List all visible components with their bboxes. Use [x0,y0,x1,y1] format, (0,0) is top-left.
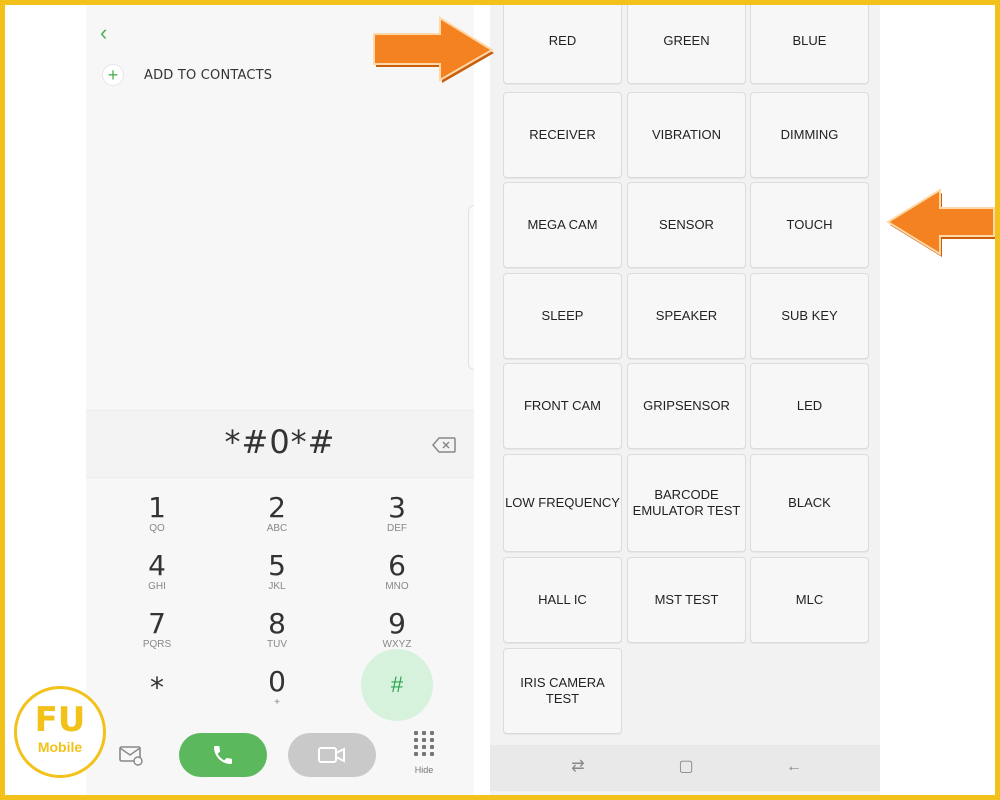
left-arrow-icon [886,188,996,257]
tile-red[interactable]: RED [503,5,622,84]
hide-label: Hide [414,765,434,775]
home-icon[interactable]: ▢ [676,757,696,777]
logo-subtext: Mobile [37,739,83,755]
navigation-bar: ⇄ ▢ ← [490,745,880,791]
dialer-actions: Hide [86,723,474,795]
tile-mega-cam[interactable]: MEGA CAM [503,182,622,268]
call-button[interactable] [179,733,267,777]
tile-iris-camera-test[interactable]: IRIS CAMERA TEST [503,648,622,734]
right-arrow-icon [373,16,494,83]
add-to-contacts-button[interactable]: + ADD TO CONTACTS [102,63,272,87]
key-1[interactable]: 1 QO [112,493,202,549]
key-digit: 2 [268,491,286,524]
logo-text: FU [34,700,86,740]
tile-blue[interactable]: BLUE [750,5,869,84]
tile-sub-key[interactable]: SUB KEY [750,273,869,359]
back-icon[interactable]: ‹ [100,22,120,44]
key-digit: 9 [388,607,406,640]
key-5[interactable]: 5 JKL [232,551,322,607]
hide-keypad-button[interactable]: Hide [408,729,440,779]
add-to-contacts-label: ADD TO CONTACTS [144,67,273,83]
key-letters: TUV [267,639,287,650]
dialer-screen: ‹ + ADD TO CONTACTS *#0*# 1 QO 2 ABC 3 D… [86,5,474,795]
tile-sleep[interactable]: SLEEP [503,273,622,359]
video-camera-icon [318,747,345,763]
scroll-handle[interactable] [468,205,474,370]
tile-hall-ic[interactable]: HALL IC [503,557,622,643]
key-0[interactable]: 0 + [232,667,322,723]
phone-icon [214,746,232,764]
key-3[interactable]: 3 DEF [352,493,442,549]
key-digit: 1 [148,491,166,524]
back-nav-icon[interactable]: ← [784,757,804,777]
tile-mlc[interactable]: MLC [750,557,869,643]
fu-mobile-logo: FU Mobile [14,686,106,778]
key-digit: 5 [268,549,286,582]
key-digit: 4 [148,549,166,582]
tile-speaker[interactable]: SPEAKER [627,273,746,359]
key-7[interactable]: 7 PQRS [112,609,202,665]
key-digit: 3 [388,491,406,524]
tile-dimming[interactable]: DIMMING [750,92,869,178]
key-letters: ABC [266,523,288,534]
tile-low-frequency[interactable]: LOW FREQUENCY [503,454,622,552]
key-hash[interactable]: # [361,649,433,721]
test-menu-screen: RED GREEN BLUE RECEIVER VIBRATION DIMMIN… [490,5,880,795]
key-letters: QO [149,523,165,534]
key-digit: 7 [148,607,166,640]
key-8[interactable]: 8 TUV [232,609,322,665]
key-digit: 8 [268,607,286,640]
tile-receiver[interactable]: RECEIVER [503,92,622,178]
dialed-number: *#0*# [224,423,336,461]
tile-sensor[interactable]: SENSOR [627,182,746,268]
plus-icon: + [102,64,124,86]
video-call-button[interactable] [288,733,376,777]
tile-green[interactable]: GREEN [627,5,746,84]
key-6[interactable]: 6 MNO [352,551,442,607]
tile-gripsensor[interactable]: GRIPSENSOR [627,363,746,449]
key-digit: 0 [268,665,286,698]
recent-apps-icon[interactable]: ⇄ [568,757,588,777]
tile-led[interactable]: LED [750,363,869,449]
key-letters: DEF [387,523,407,534]
key-digit: 6 [388,549,406,582]
key-digit: * [150,671,164,704]
tile-barcode-emulator-test[interactable]: BARCODE EMULATOR TEST [627,454,746,552]
tile-vibration[interactable]: VIBRATION [627,92,746,178]
key-star[interactable]: * [112,673,202,729]
key-letters: PQRS [142,639,172,650]
key-letters: MNO [385,581,409,592]
backspace-icon[interactable] [432,437,456,453]
keypad-grid-icon [413,731,435,756]
number-bar: *#0*# [86,410,474,478]
tile-mst-test[interactable]: MST TEST [627,557,746,643]
tile-touch[interactable]: TOUCH [750,182,869,268]
message-icon[interactable] [118,741,144,767]
key-letters: GHI [148,581,166,592]
tile-black[interactable]: BLACK [750,454,869,552]
key-2[interactable]: 2 ABC [232,493,322,549]
key-4[interactable]: 4 GHI [112,551,202,607]
key-letters: + [274,697,280,708]
tile-front-cam[interactable]: FRONT CAM [503,363,622,449]
key-letters: JKL [268,581,286,592]
